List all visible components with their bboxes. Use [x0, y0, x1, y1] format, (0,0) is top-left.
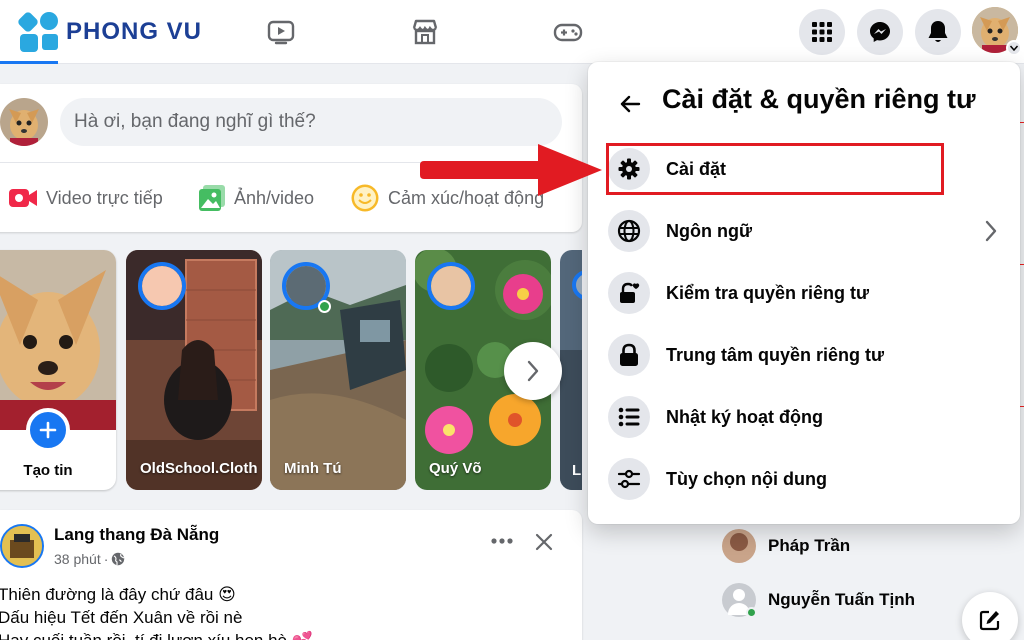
arrow-left-icon [620, 95, 641, 113]
post-options-button[interactable] [490, 532, 514, 550]
feeling-icon [351, 184, 379, 212]
watch-icon[interactable] [263, 14, 299, 50]
settings-privacy-menu: Cài đặt & quyền riêng tư Cài đặt Ngôn ng… [588, 62, 1020, 524]
story-name: Minh Tú [284, 460, 342, 477]
menu-item-privacy-checkup[interactable]: Kiểm tra quyền riêng tư [604, 264, 1008, 322]
top-navigation-bar: PHONG VU [0, 0, 1024, 64]
menu-item-activity-log[interactable]: Nhật ký hoạt động [604, 388, 1008, 446]
gaming-icon[interactable] [550, 14, 586, 50]
list-icon [608, 396, 650, 438]
photo-video-label: Ảnh/video [234, 187, 315, 208]
contact-name: Nguyễn Tuấn Tịnh [768, 590, 916, 609]
post-author[interactable]: Lang thang Đà Nẵng [54, 525, 219, 545]
globe-icon [112, 552, 125, 566]
contact-name: Pháp Trần [768, 536, 851, 555]
menu-item-label: Trung tâm quyền riêng tư [666, 344, 885, 365]
new-message-button[interactable] [962, 592, 1018, 640]
menu-title: Cài đặt & quyền riêng tư [662, 84, 976, 114]
menu-item-privacy-center[interactable]: Trung tâm quyền riêng tư [604, 326, 1008, 384]
active-tab-indicator [0, 61, 58, 64]
back-button[interactable] [612, 86, 648, 122]
marketplace-icon[interactable] [407, 14, 443, 50]
story-card[interactable]: OldSchool.Cloth [126, 250, 262, 490]
composer-input[interactable]: Hà ơi, bạn đang nghĩ gì thế? [60, 98, 562, 146]
story-cover-image [0, 250, 116, 430]
menu-item-label: Tùy chọn nội dung [666, 468, 827, 489]
online-status-icon [318, 300, 331, 313]
brand-logo[interactable]: PHONG VU [16, 10, 203, 52]
annotation-highlight-box [606, 143, 944, 195]
chevron-right-icon [985, 220, 997, 242]
notifications-button[interactable] [915, 9, 961, 55]
post-text-line: Hay cuối tuần rồi, tí đi lượn xíu hẹn hò… [0, 630, 313, 640]
avatar [722, 583, 757, 618]
live-video-icon [9, 189, 37, 207]
lock-icon [608, 334, 650, 376]
contact-item[interactable]: Nguyễn Tuấn Tịnh [722, 582, 915, 618]
compose-icon [979, 610, 1000, 631]
globe-icon [608, 210, 650, 252]
messenger-button[interactable] [857, 9, 903, 55]
menu-grid-icon [812, 22, 832, 42]
story-avatar [427, 262, 475, 310]
create-story-card[interactable]: Tạo tin [0, 250, 116, 490]
close-icon [535, 533, 553, 551]
chevron-right-icon [527, 360, 539, 382]
post-meta: 38 phút · [54, 551, 125, 567]
hide-post-button[interactable] [534, 532, 554, 557]
menu-item-content-preferences[interactable]: Tùy chọn nội dung [604, 450, 1008, 508]
live-video-label: Video trực tiếp [46, 187, 163, 208]
add-story-icon[interactable] [26, 408, 70, 452]
online-status-icon [746, 607, 757, 618]
more-horizontal-icon [491, 538, 513, 544]
feed-post: Lang thang Đà Nẵng 38 phút · Thiên đường… [0, 510, 582, 640]
story-name: L [572, 462, 582, 479]
contact-item[interactable]: Pháp Trần [722, 528, 850, 564]
story-name: Tạo tin [23, 462, 73, 479]
story-card[interactable]: L [560, 250, 582, 490]
bell-icon [928, 21, 948, 42]
sliders-icon [608, 458, 650, 500]
story-card[interactable]: Minh Tú [270, 250, 406, 490]
post-text-line: Dấu hiệu Tết đến Xuân về rồi nè [0, 608, 243, 627]
post-time[interactable]: 38 phút [54, 551, 101, 567]
account-caret-icon[interactable] [1006, 40, 1022, 56]
story-avatar [138, 262, 186, 310]
story-name: OldSchool.Cloth [140, 460, 258, 477]
lock-heart-icon [608, 272, 650, 314]
menu-grid-button[interactable] [799, 9, 845, 55]
annotation-arrow-icon [420, 144, 602, 196]
stories-next-button[interactable] [504, 342, 562, 400]
avatar[interactable] [0, 524, 44, 568]
brand-name: PHONG VU [66, 18, 203, 45]
logo-mark-icon [16, 10, 60, 52]
story-name: Quý Võ [429, 460, 482, 477]
menu-item-label: Ngôn ngữ [666, 220, 753, 241]
menu-item-label: Kiểm tra quyền riêng tư [666, 282, 870, 303]
post-text-line: Thiên đường là đây chứ đâu 😍 [0, 585, 236, 604]
messenger-icon [870, 22, 890, 42]
menu-item-label: Nhật ký hoạt động [666, 406, 823, 427]
menu-item-language[interactable]: Ngôn ngữ [604, 202, 1008, 260]
separator: · [103, 551, 109, 567]
photo-icon [199, 185, 225, 211]
avatar [722, 529, 756, 563]
photo-video-button[interactable]: Ảnh/video [198, 178, 314, 218]
live-video-button[interactable]: Video trực tiếp [8, 178, 163, 218]
avatar[interactable] [0, 98, 48, 146]
